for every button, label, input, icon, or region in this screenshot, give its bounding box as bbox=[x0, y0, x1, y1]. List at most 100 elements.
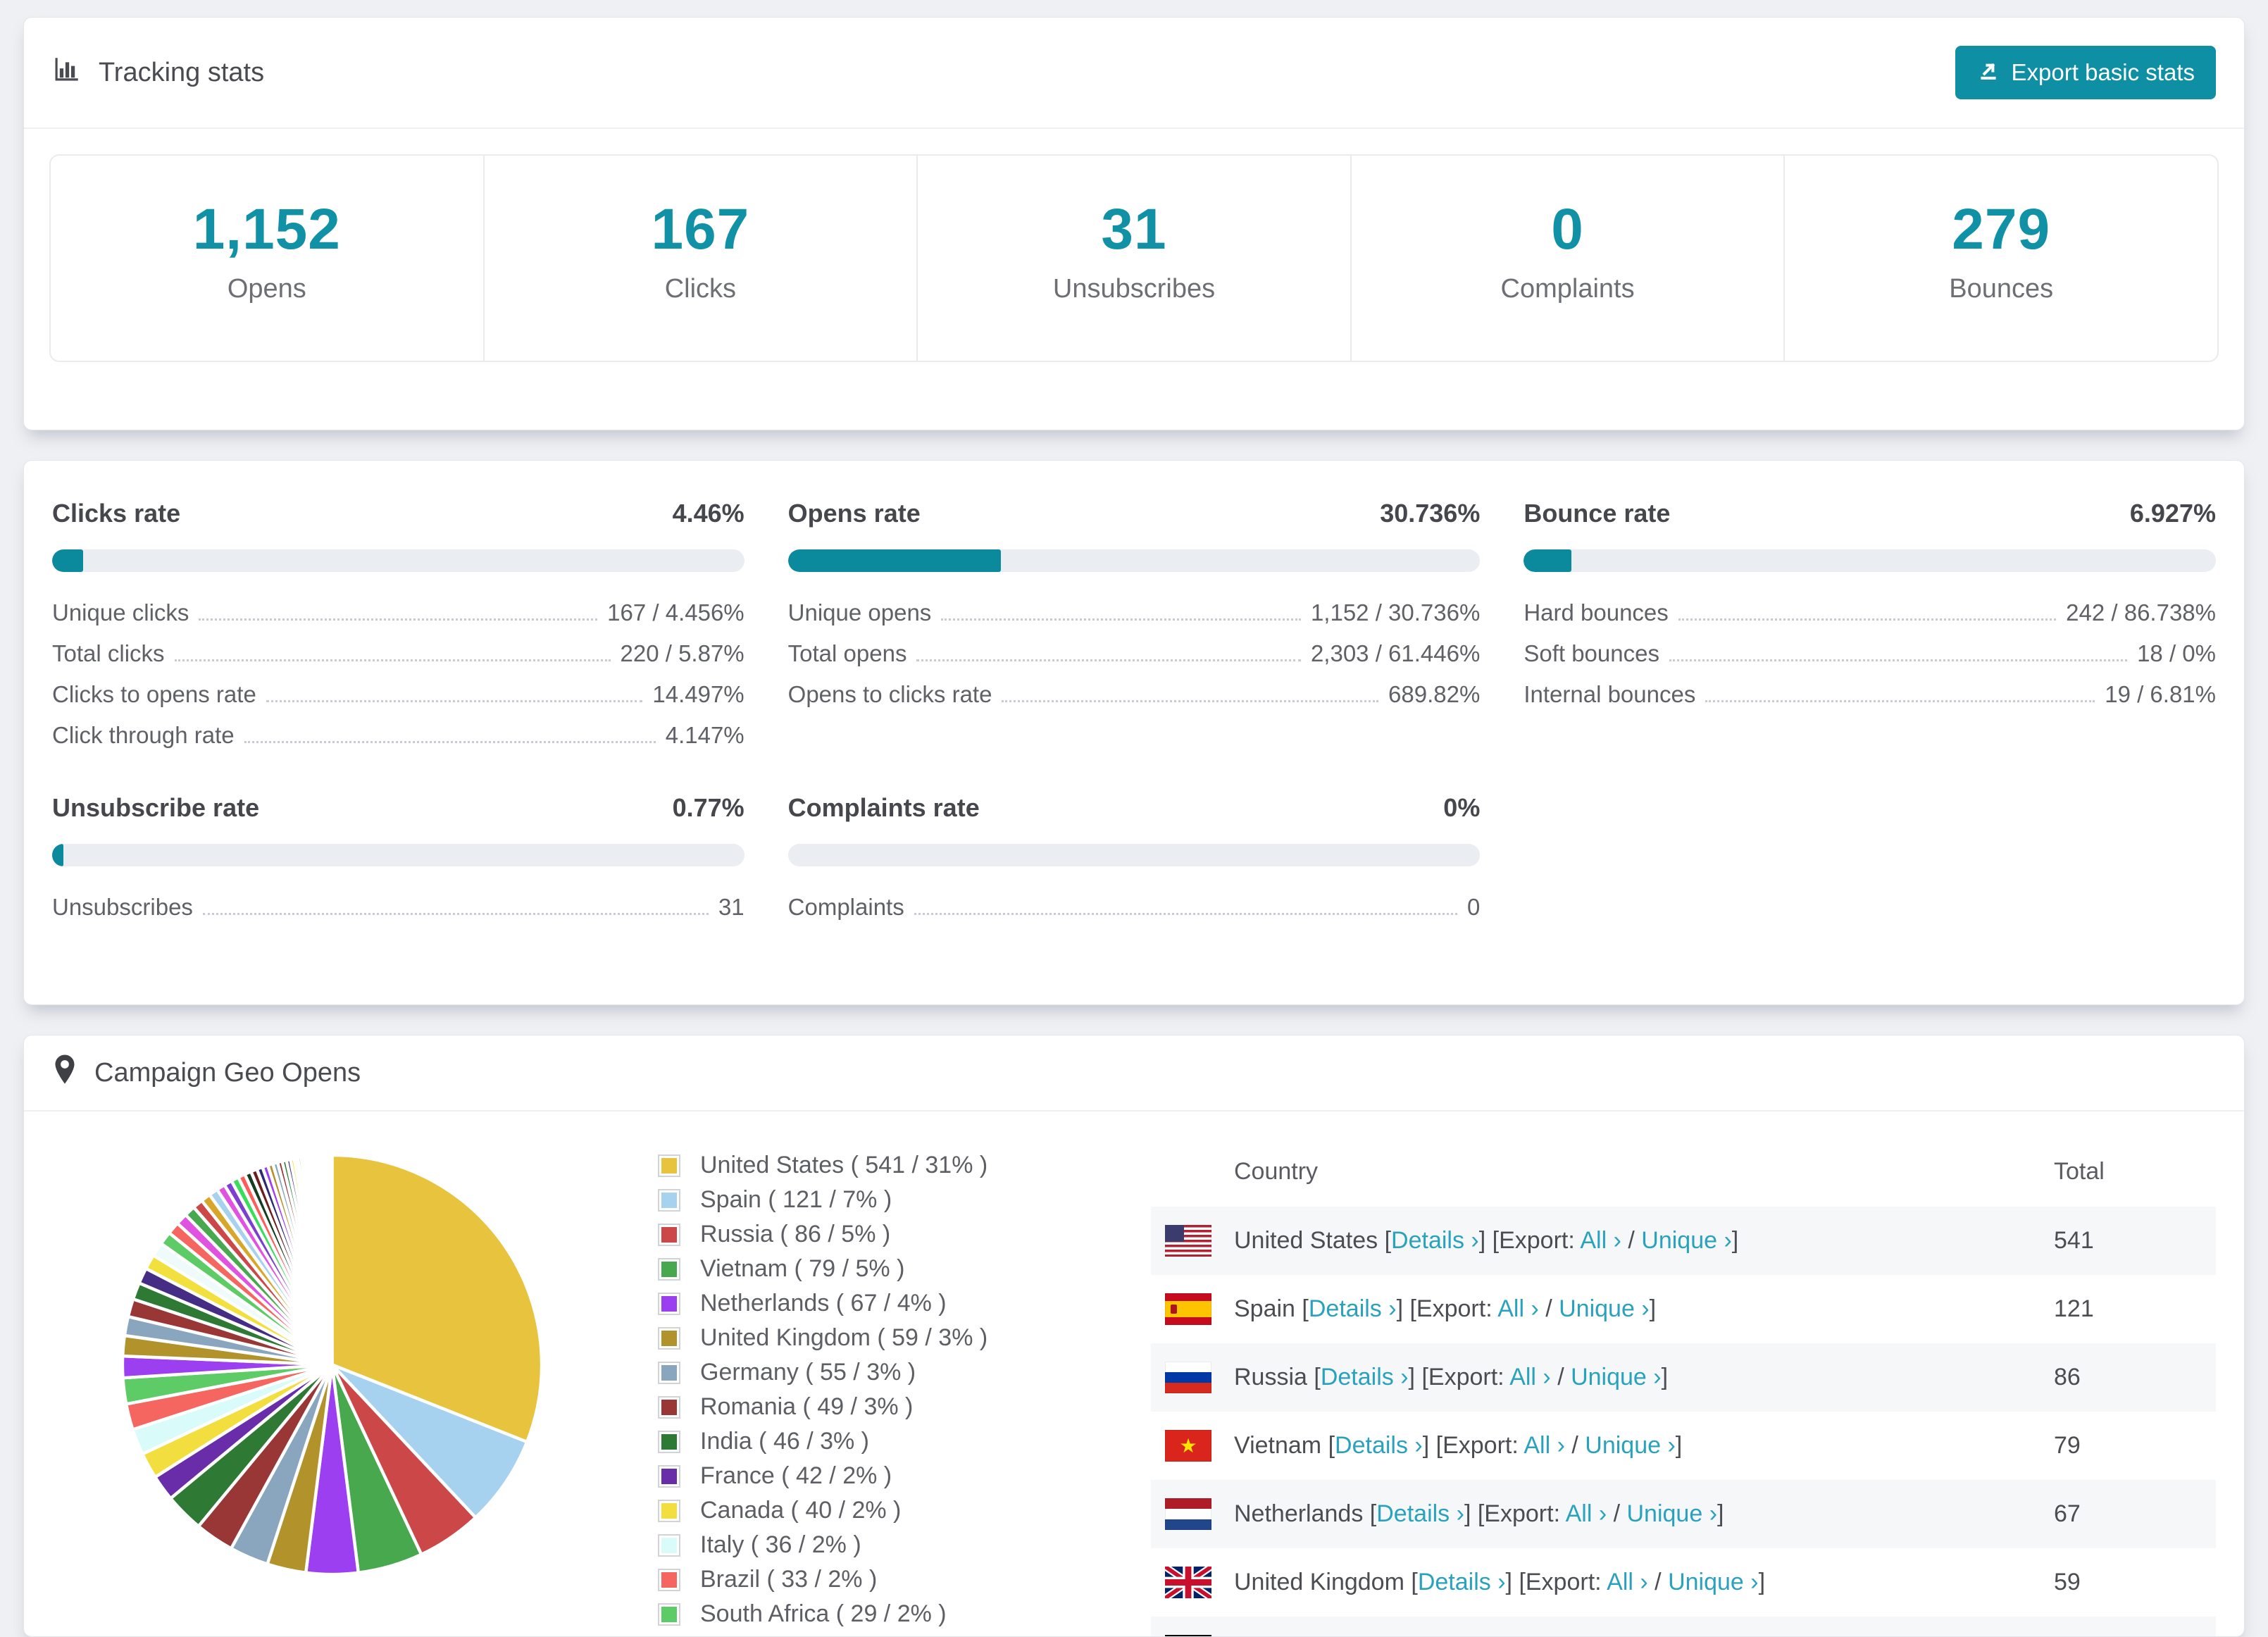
geo-table-rows: United States [Details ›] [Export: All ›… bbox=[1151, 1207, 2216, 1636]
pie-slice[interactable] bbox=[329, 1153, 334, 1367]
geo-pie-legend: United States ( 541 / 31% ) Spain ( 121 … bbox=[658, 1140, 1151, 1636]
export-unique-link[interactable]: Unique › bbox=[1641, 1227, 1732, 1254]
rate-detail-label: Unique opens bbox=[787, 599, 932, 625]
summary-stats-strip: 1,152 Opens 167 Clicks 31 Unsubscribes 0… bbox=[49, 154, 2219, 362]
geo-table-row: Spain [Details ›] [Export: All › / Uniqu… bbox=[1151, 1275, 2216, 1343]
details-link[interactable]: Details › bbox=[1376, 1500, 1464, 1527]
summary-stat-label: Complaints bbox=[1500, 274, 1635, 304]
dotted-leader bbox=[1678, 618, 2057, 621]
legend-item[interactable]: Canada ( 40 / 2% ) bbox=[658, 1496, 1151, 1525]
rate-detail-row: Unique opens 1,152 / 30.736% bbox=[788, 599, 1481, 627]
details-link[interactable]: Details › bbox=[1321, 1364, 1409, 1390]
details-link[interactable]: Details › bbox=[1309, 1295, 1397, 1322]
rate-value: 4.46% bbox=[672, 499, 744, 528]
summary-stat-value: 279 bbox=[1952, 197, 2051, 261]
summary-stat-cell: 279 Bounces bbox=[1783, 156, 2217, 361]
bracket-text: [ bbox=[1307, 1364, 1321, 1390]
export-button-label: Export basic stats bbox=[2011, 59, 2195, 85]
map-pin-icon bbox=[52, 1054, 77, 1092]
country-total: 86 bbox=[2054, 1364, 2081, 1390]
rate-detail-rows: Complaints 0 bbox=[788, 893, 1481, 921]
tracking-stats-body: 1,152 Opens 167 Clicks 31 Unsubscribes 0… bbox=[24, 129, 2244, 430]
rate-detail-rows: Hard bounces 242 / 86.738% Soft bounces … bbox=[1524, 599, 2216, 709]
country-total: 79 bbox=[2054, 1432, 2081, 1459]
export-all-link[interactable]: All › bbox=[1497, 1295, 1539, 1322]
legend-item[interactable]: Vietnam ( 79 / 5% ) bbox=[658, 1255, 1151, 1283]
rate-progress-track bbox=[1524, 549, 2216, 572]
export-all-link[interactable]: All › bbox=[1509, 1364, 1551, 1390]
rate-detail-label: Internal bounces bbox=[1524, 681, 1696, 707]
legend-item[interactable]: United Kingdom ( 59 / 3% ) bbox=[658, 1324, 1151, 1352]
rate-detail-label: Soft bounces bbox=[1524, 640, 1659, 666]
export-unique-link[interactable]: Unique › bbox=[1668, 1569, 1759, 1595]
bar-chart-icon bbox=[52, 54, 82, 91]
export-label-text: [Export: bbox=[1519, 1569, 1607, 1595]
geo-card-header: Campaign Geo Opens bbox=[24, 1035, 2244, 1112]
rate-detail-row: Opens to clicks rate 689.82% bbox=[788, 680, 1481, 709]
export-label-text: [Export: bbox=[1477, 1500, 1566, 1527]
dotted-leader bbox=[1669, 659, 2128, 661]
export-all-link[interactable]: All › bbox=[1580, 1227, 1621, 1254]
rate-progress-fill bbox=[1524, 549, 1572, 572]
rate-detail-label: Opens to clicks rate bbox=[787, 681, 992, 707]
country-total: 59 bbox=[2054, 1569, 2081, 1595]
bracket-text: ] bbox=[1505, 1569, 1519, 1595]
rate-title: Complaints rate bbox=[787, 793, 980, 822]
details-link[interactable]: Details › bbox=[1335, 1432, 1423, 1459]
legend-item[interactable]: France ( 42 / 2% ) bbox=[658, 1462, 1151, 1490]
legend-color-swatch bbox=[658, 1464, 680, 1488]
rate-progress-track bbox=[52, 549, 744, 572]
rate-detail-value: 0 bbox=[1466, 894, 1481, 920]
export-all-link[interactable]: All › bbox=[1524, 1432, 1565, 1459]
legend-color-swatch bbox=[658, 1568, 680, 1591]
legend-item[interactable]: Spain ( 121 / 7% ) bbox=[658, 1185, 1151, 1214]
legend-item[interactable]: Romania ( 49 / 3% ) bbox=[658, 1393, 1151, 1421]
rate-detail-row: Total opens 2,303 / 61.446% bbox=[788, 640, 1481, 668]
legend-label: India ( 46 / 3% ) bbox=[700, 1428, 870, 1455]
export-unique-link[interactable]: Unique › bbox=[1559, 1295, 1650, 1322]
export-all-link[interactable]: All › bbox=[1607, 1569, 1648, 1595]
legend-label: United States ( 541 / 31% ) bbox=[700, 1152, 988, 1178]
details-link[interactable]: Details › bbox=[1391, 1227, 1479, 1254]
dotted-leader bbox=[174, 659, 611, 661]
summary-stat-cell: 31 Unsubscribes bbox=[916, 156, 1350, 361]
export-label-text: [Export: bbox=[1421, 1364, 1510, 1390]
export-unique-link[interactable]: Unique › bbox=[1585, 1432, 1676, 1459]
rate-detail-row: Unique clicks 167 / 4.456% bbox=[52, 599, 744, 627]
bracket-text: [ bbox=[1295, 1295, 1309, 1322]
rate-detail-row: Clicks to opens rate 14.497% bbox=[52, 680, 744, 709]
legend-item[interactable]: Germany ( 55 / 3% ) bbox=[658, 1358, 1151, 1387]
country-flag-icon bbox=[1165, 1498, 1211, 1530]
country-cell: Russia [Details ›] [Export: All › / Uniq… bbox=[1211, 1364, 2054, 1391]
rate-detail-rows: Unique opens 1,152 / 30.736% Total opens… bbox=[788, 599, 1481, 709]
geo-card-body: United States ( 541 / 31% ) Spain ( 121 … bbox=[24, 1112, 2244, 1636]
geo-table-row: Netherlands [Details ›] [Export: All › /… bbox=[1151, 1480, 2216, 1548]
rate-detail-value: 167 / 4.456% bbox=[607, 599, 744, 625]
export-basic-stats-button[interactable]: Export basic stats bbox=[1955, 46, 2216, 99]
rate-detail-value: 31 bbox=[718, 894, 744, 920]
legend-item[interactable]: Italy ( 36 / 2% ) bbox=[658, 1531, 1151, 1560]
rate-detail-value: 220 / 5.87% bbox=[620, 640, 744, 666]
rate-detail-label: Total clicks bbox=[52, 640, 165, 666]
dotted-leader bbox=[914, 913, 1457, 915]
export-unique-link[interactable]: Unique › bbox=[1571, 1364, 1662, 1390]
legend-item[interactable]: Netherlands ( 67 / 4% ) bbox=[658, 1289, 1151, 1318]
rate-detail-value: 4.147% bbox=[665, 722, 744, 748]
rate-block: Bounce rate 6.927% Hard bounces 242 / 86… bbox=[1524, 480, 2216, 749]
legend-item[interactable]: Russia ( 86 / 5% ) bbox=[658, 1220, 1151, 1249]
slash-text: / bbox=[1538, 1295, 1559, 1322]
bracket-text: ] bbox=[1717, 1500, 1724, 1527]
details-link[interactable]: Details › bbox=[1418, 1569, 1506, 1595]
rate-detail-label: Unsubscribes bbox=[52, 894, 193, 920]
legend-item[interactable]: Brazil ( 33 / 2% ) bbox=[658, 1565, 1151, 1594]
rate-block-header: Opens rate 30.736% bbox=[788, 499, 1481, 528]
summary-stat-value: 1,152 bbox=[192, 197, 341, 261]
country-cell: Vietnam [Details ›] [Export: All › / Uni… bbox=[1211, 1432, 2054, 1459]
legend-item[interactable]: United States ( 541 / 31% ) bbox=[658, 1151, 1151, 1180]
rate-detail-row: Internal bounces 19 / 6.81% bbox=[1524, 680, 2216, 709]
country-total: 121 bbox=[2054, 1295, 2094, 1322]
export-all-link[interactable]: All › bbox=[1566, 1500, 1607, 1527]
export-unique-link[interactable]: Unique › bbox=[1627, 1500, 1718, 1527]
legend-item[interactable]: India ( 46 / 3% ) bbox=[658, 1427, 1151, 1456]
legend-label: France ( 42 / 2% ) bbox=[700, 1462, 892, 1489]
